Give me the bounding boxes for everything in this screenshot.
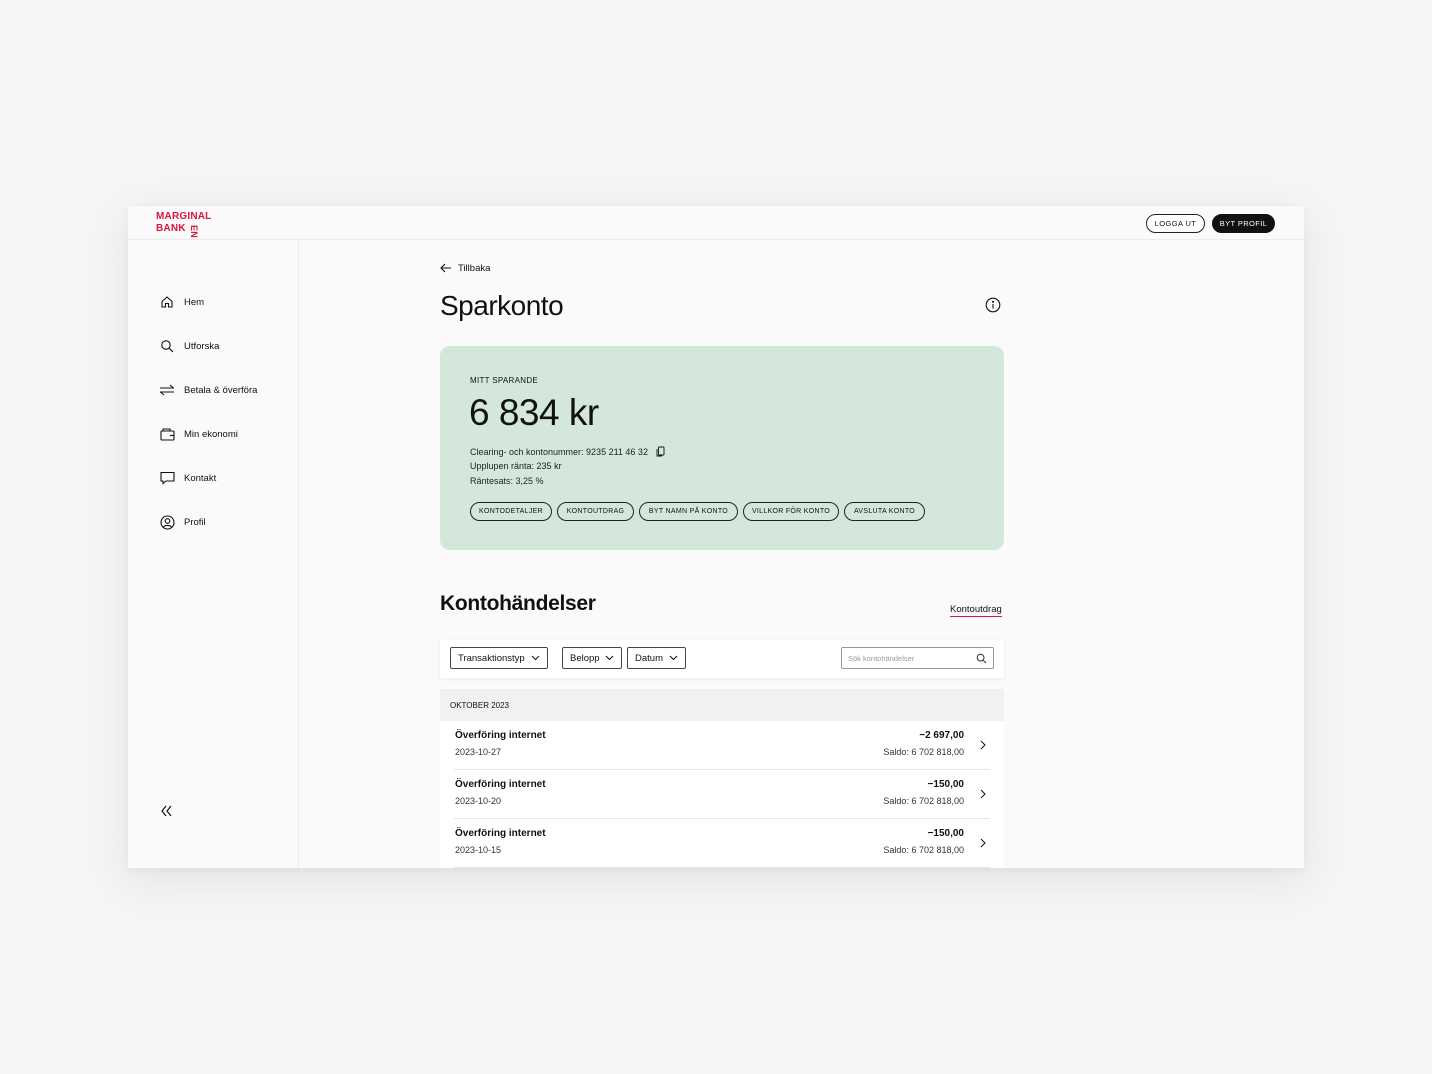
- close-account-button[interactable]: AVSLUTA KONTO: [844, 502, 925, 521]
- transaction-balance: Saldo: 6 702 818,00: [883, 845, 964, 855]
- dropdown-label: Transaktionstyp: [458, 652, 525, 664]
- chevron-down-icon: [605, 655, 614, 661]
- sidebar-item-contact[interactable]: Kontakt: [158, 468, 216, 488]
- sidebar-item-my-finances[interactable]: Min ekonomi: [158, 424, 238, 444]
- back-link[interactable]: Tillbaka: [440, 261, 490, 275]
- transaction-row[interactable]: Överföring internet 2023-10-20 −150,00 S…: [440, 770, 1004, 819]
- interest-rate: Räntesats: 3,25 %: [470, 476, 544, 486]
- search-field: [841, 647, 994, 669]
- transaction-title: Överföring internet: [455, 779, 546, 790]
- transaction-amount: −2 697,00: [919, 730, 964, 741]
- sidebar-item-home[interactable]: Hem: [158, 292, 204, 312]
- dropdown-label: Datum: [635, 652, 663, 664]
- back-label: Tillbaka: [458, 262, 491, 274]
- sidebar-item-label: Hem: [184, 296, 205, 308]
- transfer-icon: [158, 381, 176, 399]
- rename-account-button[interactable]: BYT NAMN PÅ KONTO: [639, 502, 738, 521]
- user-icon: [158, 513, 176, 531]
- chevron-right-icon: [980, 838, 986, 848]
- dropdown-label: Belopp: [570, 652, 600, 664]
- transaction-amount: −150,00: [927, 779, 964, 790]
- sidebar-item-profile[interactable]: Profil: [158, 512, 206, 532]
- account-terms-button[interactable]: VILLKOR FÖR KONTO: [743, 502, 839, 521]
- transaction-amount: −150,00: [927, 828, 964, 839]
- transaction-title: Överföring internet: [455, 828, 546, 839]
- sidebar-item-label: Betala & överföra: [184, 384, 258, 396]
- accrued-interest: Upplupen ränta: 235 kr: [470, 461, 562, 471]
- top-bar: MARGINAL BANK EN LOGGA UT BYT PROFIL: [128, 206, 1304, 240]
- amount-dropdown[interactable]: Belopp: [562, 647, 622, 669]
- sidebar-item-label: Utforska: [184, 340, 220, 352]
- transaction-type-dropdown[interactable]: Transaktionstyp: [450, 647, 548, 669]
- savings-card: MITT SPARANDE 6 834 kr Clearing- och kon…: [440, 346, 1004, 550]
- search-icon: [158, 337, 176, 355]
- events-title: Kontohändelser: [440, 592, 596, 615]
- page-title: Sparkonto: [440, 290, 564, 321]
- transaction-date: 2023-10-27: [455, 747, 502, 757]
- logo-line-2: BANK: [156, 223, 186, 234]
- account-number-line: Clearing- och kontonummer: 9235 211 46 3…: [470, 446, 665, 459]
- sidebar-item-label: Profil: [184, 516, 206, 528]
- app-window: MARGINAL BANK EN LOGGA UT BYT PROFIL Hem…: [128, 206, 1304, 868]
- home-icon: [158, 293, 176, 311]
- copy-icon[interactable]: [656, 446, 665, 459]
- arrow-left-icon: [440, 263, 451, 273]
- chevron-right-icon: [980, 789, 986, 799]
- transaction-row[interactable]: Överföring internet 2023-10-15 −150,00 S…: [440, 819, 1004, 868]
- account-number: Clearing- och kontonummer: 9235 211 46 3…: [470, 446, 648, 457]
- sidebar-item-label: Kontakt: [184, 472, 217, 484]
- savings-amount: 6 834 kr: [469, 392, 599, 433]
- chevron-right-icon: [980, 740, 986, 750]
- bank-logo[interactable]: MARGINAL BANK EN: [156, 211, 212, 238]
- transaction-date: 2023-10-15: [455, 845, 502, 855]
- statement-link[interactable]: Kontoutdrag: [950, 604, 1002, 617]
- search-input[interactable]: [848, 653, 968, 663]
- wallet-icon: [158, 425, 176, 443]
- sidebar-item-label: Min ekonomi: [184, 428, 238, 440]
- savings-label: MITT SPARANDE: [470, 376, 539, 385]
- month-header: OKTOBER 2023: [440, 689, 1004, 721]
- logo-suffix: EN: [189, 225, 199, 238]
- chevron-down-icon: [531, 655, 540, 661]
- transaction-row[interactable]: Överföring internet 2023-10-27 −2 697,00…: [440, 721, 1004, 770]
- collapse-sidebar-button[interactable]: [158, 802, 176, 820]
- sidebar: Hem Utforska Betala & överföra Min ekono…: [128, 240, 299, 868]
- search-icon[interactable]: [976, 653, 987, 664]
- transaction-balance: Saldo: 6 702 818,00: [883, 747, 964, 757]
- statement-button[interactable]: KONTOUTDRAG: [557, 502, 634, 521]
- transaction-title: Överföring internet: [455, 730, 546, 741]
- date-dropdown[interactable]: Datum: [627, 647, 686, 669]
- sidebar-item-explore[interactable]: Utforska: [158, 336, 219, 356]
- chevron-down-icon: [669, 655, 678, 661]
- transaction-balance: Saldo: 6 702 818,00: [883, 796, 964, 806]
- row-divider: [454, 867, 990, 868]
- chat-icon: [158, 469, 176, 487]
- account-details-button[interactable]: KONTODETALJER: [470, 502, 552, 521]
- logout-button[interactable]: LOGGA UT: [1146, 214, 1205, 233]
- filter-bar: Transaktionstyp Belopp Datum: [440, 640, 1004, 678]
- switch-profile-button[interactable]: BYT PROFIL: [1212, 214, 1275, 233]
- logo-line-1: MARGINAL: [156, 211, 212, 222]
- sidebar-item-pay-transfer[interactable]: Betala & överföra: [158, 380, 257, 400]
- transaction-date: 2023-10-20: [455, 796, 502, 806]
- info-icon[interactable]: [985, 297, 1001, 313]
- double-chevron-left-icon: [158, 805, 176, 824]
